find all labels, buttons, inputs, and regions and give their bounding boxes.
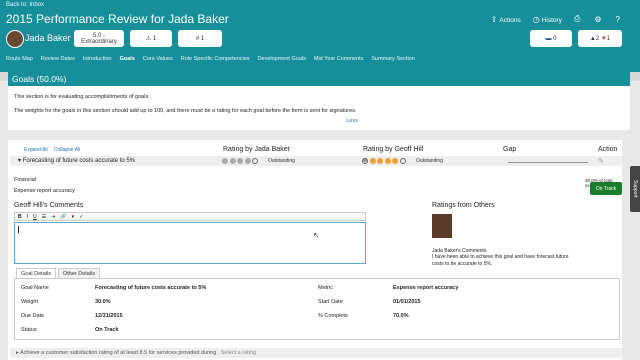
comments-heading: Geoff Hill's Comments [14,202,84,209]
text-caret [18,226,19,233]
clear-rating-icon[interactable]: ⊘ [362,158,368,164]
header-actions: ⇪ Actions ◷ History ⎙ ⚙ ? [491,14,622,24]
reviewer-avatar [432,214,452,238]
section-description: This section is for evaluating accomplis… [8,86,630,130]
rating-dot [244,158,251,164]
bold-button[interactable]: B [18,214,22,220]
help-icon: ? [615,14,620,24]
nav-introduction[interactable]: Introduction [83,56,112,62]
employee-rating-dots [222,158,258,164]
share-icon: ⇪ [490,14,498,24]
section-nav: Route Map Review Dates Introduction Goal… [6,56,415,62]
description-line-2: The weights for the goals in this sectio… [14,108,357,114]
expand-all-link[interactable]: Expand All [24,147,48,153]
clock-icon: ◷ [532,14,540,24]
collapse-all-link[interactable]: Collapse All [54,147,80,153]
col-rating-employee: Rating by Jada Baker [223,146,290,153]
rating-dot [222,158,228,164]
indent-icon[interactable]: ⇥ [51,214,55,220]
page-title: 2015 Performance Review for Jada Baker [6,12,229,26]
reviewer-comment: I have been able to achieve this goal an… [432,254,569,267]
description-line-1: This section is for evaluating accomplis… [14,94,150,100]
rating-dot [237,158,243,164]
col-rating-manager: Rating by Geoff Hill [363,146,424,153]
manager-rating-dots[interactable]: ⊘ [362,158,406,164]
history-button[interactable]: ◷ History [533,15,562,24]
avatar [6,30,24,48]
gear-icon: ⚙ [594,14,602,24]
goal-subcategory: Expense report accuracy [14,188,75,194]
settings-button[interactable]: ⚙ [594,15,603,24]
votes-button[interactable]: ▲ 2 ▼ 1 [578,30,622,47]
goal-title[interactable]: ▾ Forecasting of future costs accurate t… [18,157,135,164]
col-action: Action [598,146,618,153]
spellcheck-icon[interactable]: ✓ [79,214,83,220]
italic-button[interactable]: I [27,214,28,220]
print-icon: ⎙ [573,14,581,23]
rating-pill[interactable]: 5.0 - Extraordinary [74,30,124,47]
others-heading: Ratings from Others [432,202,495,209]
gap-scale [508,162,588,163]
manager-rating-label: Outstanding [416,158,443,164]
nav-mid-year-comments[interactable]: Mid Year Comments [314,56,364,62]
comments-button[interactable]: ▬ 0 [530,30,572,47]
app-header: Back to: Inbox 2015 Performance Review f… [0,0,640,72]
employee-rating-label: Outstanding [268,158,295,164]
underline-button[interactable]: U [33,214,37,220]
employee-name: Jada Baker [25,33,71,43]
col-gap: Gap [503,146,517,153]
goals-panel: Expand All Collapse All Rating by Jada B… [8,140,622,360]
nav-role-competencies[interactable]: Role Specific Competencies [181,56,250,62]
rating-dot [229,158,236,164]
link-icon[interactable]: 🔗 [60,214,66,220]
nav-development-goals[interactable]: Development Goals [258,56,306,62]
nav-review-dates[interactable]: Review Dates [41,56,75,62]
goal-category: Financial [14,177,37,183]
nav-summary-section[interactable]: Summary Section [371,56,414,62]
comment-icon: ▬ [545,35,554,42]
rating-dot[interactable] [377,158,383,164]
comment-editor[interactable] [14,222,366,264]
edit-pencil-icon[interactable]: ✎ [598,157,604,165]
rating-dot[interactable] [369,158,376,164]
nav-core-values[interactable]: Core Values [143,56,173,62]
rating-dot [252,158,258,164]
actions-button[interactable]: ⇪ Actions [491,15,521,24]
editor-toolbar: B I U ☰ ⇥ 🔗 ▾ ✓ [14,212,366,221]
status-button[interactable]: On Track [590,182,622,195]
less-link[interactable]: Less [346,118,358,124]
help-button[interactable]: ? [616,15,622,24]
goal-details-panel: Goal Name Forecasting of future costs ac… [14,278,620,340]
support-tab[interactable]: Support [630,166,640,212]
rating-dot[interactable] [392,158,398,164]
nav-goals[interactable]: Goals [120,56,135,62]
back-link[interactable]: Back to: Inbox [6,2,44,8]
rating-dot[interactable] [399,158,406,164]
mouse-cursor-icon: ↖ [313,231,320,240]
warning-icon: ⚠ [145,35,153,42]
print-button[interactable]: ⎙ [574,14,582,24]
font-size-select[interactable]: ▾ [72,214,75,220]
section-title: Goals (50.0%) [8,72,630,86]
hash-count-button[interactable]: # 1 [178,30,222,47]
rating-dot[interactable] [384,158,391,164]
next-goal-row[interactable]: ▸ Achieve a customer satisfaction rating… [10,348,622,358]
warning-count-button[interactable]: ⚠ 1 [130,30,172,47]
nav-route-map[interactable]: Route Map [6,56,33,62]
list-icon[interactable]: ☰ [42,214,46,220]
